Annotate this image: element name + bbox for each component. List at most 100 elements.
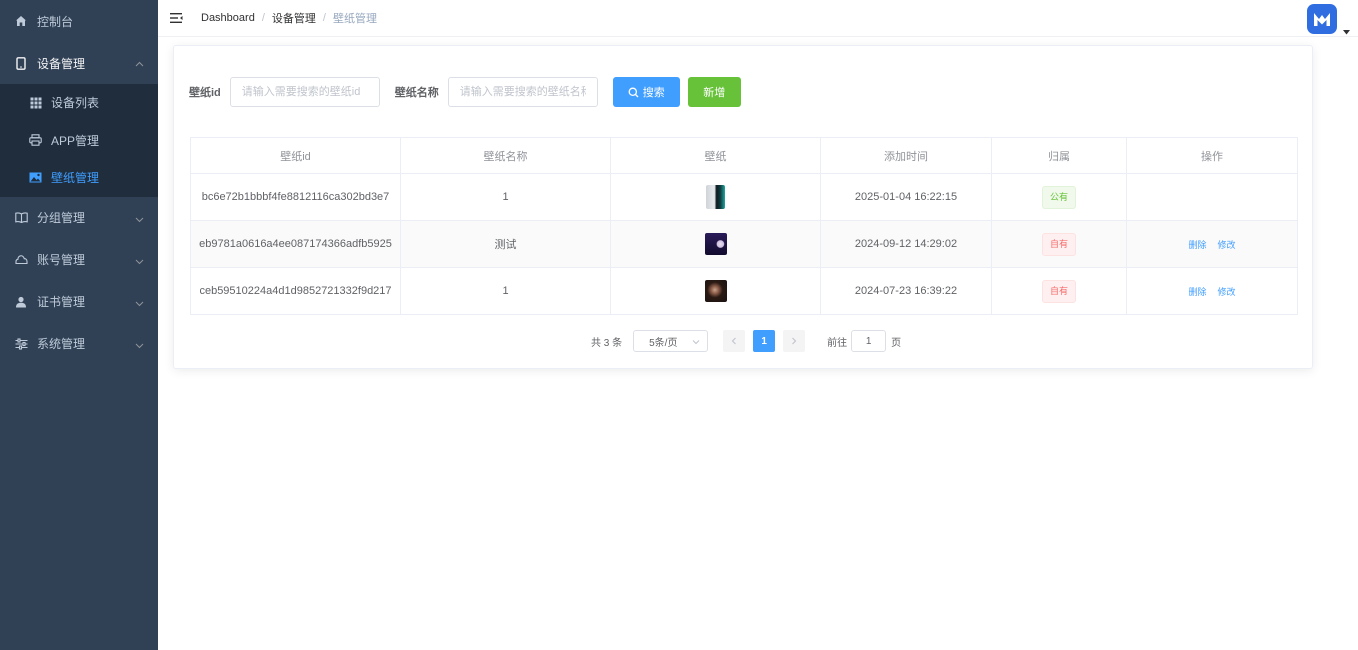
add-time-cell: 2025-01-04 16:22:15	[820, 173, 992, 221]
wallpaper-id-input[interactable]	[229, 77, 380, 107]
chevron-left-icon	[731, 337, 737, 345]
home-icon	[14, 14, 28, 28]
sidebar: 控制台 设备管理 设备列表 APP管理 壁纸管理 分组管理 账号管理 证书管理 …	[0, 0, 158, 650]
user-icon	[14, 295, 28, 309]
search-button-label: 搜索	[642, 87, 665, 99]
search-form: 壁纸id 壁纸名称 搜索 新增	[189, 77, 741, 107]
table-header-row: 壁纸id 壁纸名称 壁纸 添加时间 归属 操作	[190, 137, 1298, 174]
sidebar-item-label: 账号管理	[37, 253, 86, 267]
wallpaper-thumb-cell	[610, 220, 821, 268]
edit-link[interactable]: 修改	[1218, 287, 1236, 297]
add-button[interactable]: 新增	[687, 77, 741, 107]
owner-cell: 公有	[991, 173, 1127, 221]
goto-label: 前往	[827, 337, 848, 349]
column-header: 壁纸名称	[400, 137, 611, 174]
chevron-down-icon	[692, 338, 700, 349]
wallpaper-name-cell: 测试	[400, 220, 611, 268]
avatar[interactable]	[1307, 4, 1337, 34]
wallpaper-thumbnail[interactable]	[706, 185, 725, 209]
next-page-button[interactable]	[783, 330, 806, 352]
sidebar-item-label: 壁纸管理	[51, 171, 100, 186]
edit-link[interactable]: 修改	[1218, 240, 1236, 250]
actions-cell: 删除 修改	[1126, 267, 1298, 315]
owner-tag: 自有	[1041, 232, 1076, 256]
wallpaper-id-cell: ceb59510224a4d1d9852721332f9d217	[190, 267, 401, 315]
owner-tag: 自有	[1041, 279, 1076, 303]
wallpaper-id-label: 壁纸id	[189, 87, 221, 99]
tablet-icon	[14, 56, 28, 70]
wallpaper-thumb-cell	[610, 173, 821, 221]
top-navbar: Dashboard / 设备管理 / 壁纸管理	[158, 0, 1358, 37]
breadcrumb-item-device[interactable]: 设备管理	[272, 10, 316, 26]
sidebar-item-label: 设备列表	[51, 96, 100, 111]
sidebar-item-wallpaper[interactable]: 壁纸管理	[0, 159, 158, 197]
sidebar-item-label: 系统管理	[37, 337, 86, 351]
image-icon	[29, 171, 42, 184]
sidebar-item-group[interactable]: 分组管理	[0, 197, 158, 239]
actions-cell	[1126, 173, 1298, 221]
pagination-total: 共 3 条	[591, 337, 623, 349]
delete-link[interactable]: 删除	[1188, 240, 1206, 250]
sidebar-item-device[interactable]: 设备管理	[0, 42, 158, 84]
chevron-down-icon	[135, 339, 144, 353]
breadcrumb-separator: /	[322, 12, 326, 24]
sidebar-item-label: 控制台	[37, 14, 74, 29]
chevron-up-icon	[135, 58, 144, 72]
sidebar-item-console[interactable]: 控制台	[0, 0, 158, 42]
sidebar-item-app-manage[interactable]: APP管理	[0, 122, 158, 160]
sidebar-item-certificate[interactable]: 证书管理	[0, 281, 158, 323]
delete-link[interactable]: 删除	[1188, 287, 1206, 297]
sidebar-item-label: 设备管理	[37, 56, 86, 71]
prev-page-button[interactable]	[723, 330, 746, 352]
breadcrumb-item-dashboard[interactable]: Dashboard	[201, 12, 255, 24]
wallpaper-thumbnail[interactable]	[704, 280, 727, 302]
logo-icon	[1314, 13, 1330, 26]
wallpaper-table: 壁纸id 壁纸名称 壁纸 添加时间 归属 操作 bc6e72b1bbbf4fe8…	[190, 137, 1298, 315]
wallpaper-id-cell: bc6e72b1bbbf4fe8812116ca302bd3e7	[190, 173, 401, 221]
wallpaper-thumbnail[interactable]	[704, 233, 727, 255]
wallpaper-name-cell: 1	[400, 267, 611, 315]
chevron-down-icon	[135, 297, 144, 311]
sliders-icon	[14, 337, 28, 351]
wallpaper-name-label: 壁纸名称	[394, 87, 439, 99]
column-header: 壁纸id	[190, 137, 401, 174]
column-header: 归属	[991, 137, 1127, 174]
grid-icon	[29, 96, 42, 109]
wallpaper-id-cell: eb9781a0616a4ee087174366adfb5925	[190, 220, 401, 268]
cloud-icon	[14, 253, 28, 267]
page-unit-label: 页	[891, 337, 902, 349]
breadcrumb: Dashboard / 设备管理 / 壁纸管理	[201, 10, 377, 26]
sidebar-item-label: 分组管理	[37, 211, 86, 225]
wallpaper-thumb-cell	[610, 267, 821, 315]
sidebar-item-label: 证书管理	[37, 295, 86, 309]
search-button[interactable]: 搜索	[612, 77, 680, 107]
chevron-down-icon	[135, 213, 144, 227]
table-row: eb9781a0616a4ee087174366adfb5925 测试 2024…	[190, 220, 1298, 268]
page-number-button[interactable]: 1	[753, 330, 776, 352]
pagination: 共 3 条 5条/页 1 前往 页	[591, 330, 901, 352]
book-icon	[14, 211, 28, 225]
column-header: 添加时间	[820, 137, 992, 174]
device-submenu: 设备列表 APP管理 壁纸管理	[0, 84, 158, 197]
chevron-down-icon	[135, 255, 144, 269]
page-jumper: 前往 页	[827, 330, 901, 352]
wallpaper-name-input[interactable]	[447, 77, 598, 107]
sidebar-item-label: APP管理	[51, 133, 100, 148]
add-time-cell: 2024-09-12 14:29:02	[820, 220, 992, 268]
printer-icon	[29, 134, 42, 147]
sidebar-item-system[interactable]: 系统管理	[0, 323, 158, 365]
hamburger-icon[interactable]	[170, 11, 184, 25]
goto-page-input[interactable]	[851, 330, 887, 352]
page-size-select[interactable]: 5条/页	[633, 330, 709, 352]
add-time-cell: 2024-07-23 16:39:22	[820, 267, 992, 315]
caret-down-icon[interactable]	[1343, 24, 1350, 38]
wallpaper-name-cell: 1	[400, 173, 611, 221]
breadcrumb-separator: /	[261, 12, 265, 24]
breadcrumb-item-current: 壁纸管理	[332, 13, 377, 25]
table-row: ceb59510224a4d1d9852721332f9d217 1 2024-…	[190, 267, 1298, 315]
owner-cell: 自有	[991, 267, 1127, 315]
column-header: 壁纸	[610, 137, 821, 174]
sidebar-item-device-list[interactable]: 设备列表	[0, 84, 158, 122]
owner-tag: 公有	[1041, 185, 1076, 209]
sidebar-item-account[interactable]: 账号管理	[0, 239, 158, 281]
